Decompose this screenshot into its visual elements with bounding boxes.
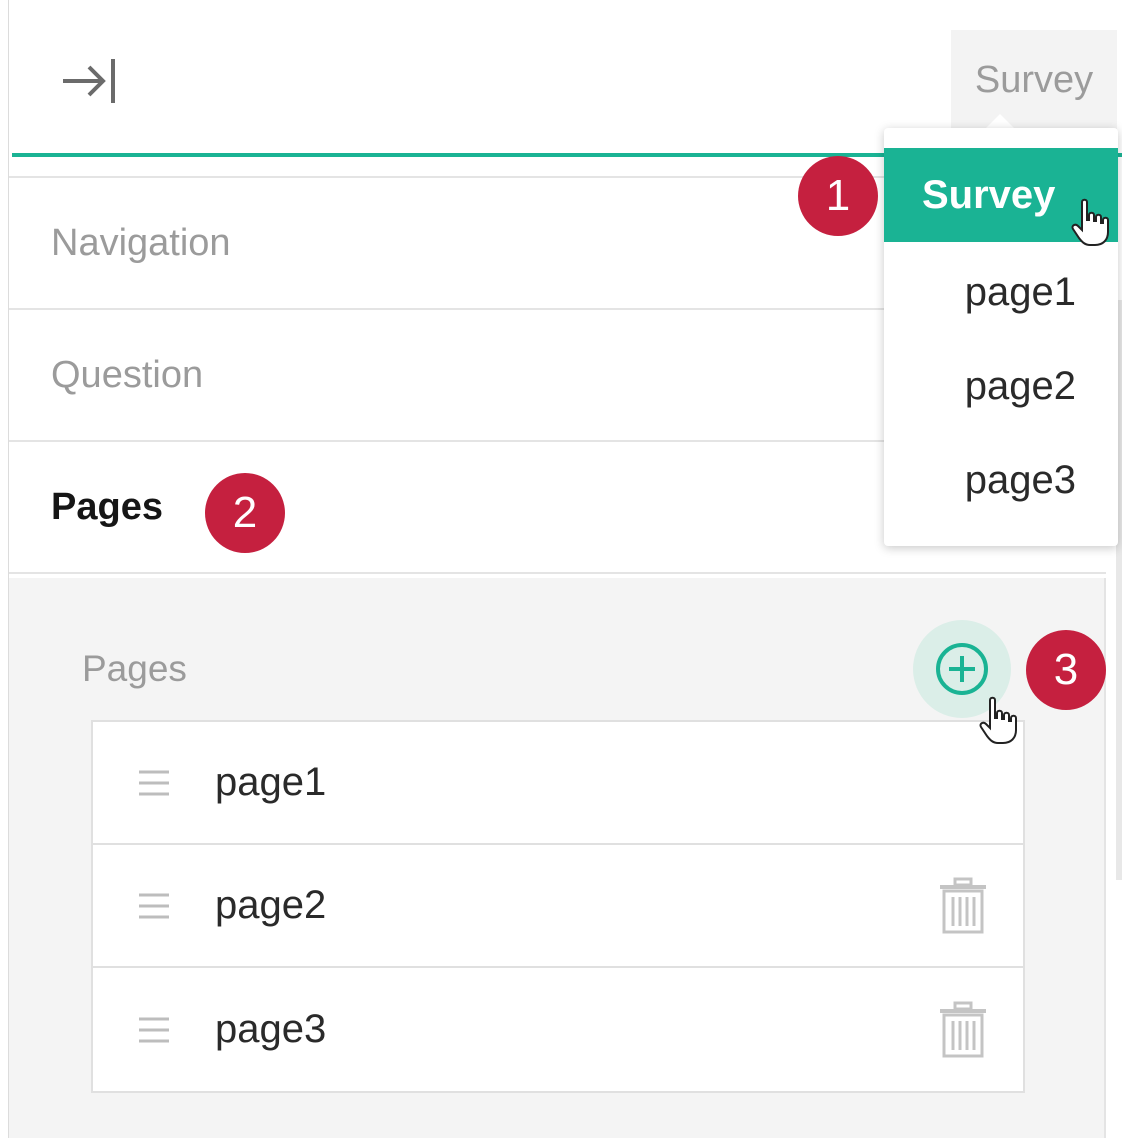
step-badge-number: 2	[232, 488, 258, 537]
dropdown-option-label: Survey	[922, 172, 1056, 217]
object-selector-button[interactable]: Survey	[951, 30, 1117, 130]
property-grid-panel: Survey Navigation Question Pages Pages p…	[0, 0, 1122, 1138]
step-badge-3: 3	[1026, 630, 1106, 710]
page-name[interactable]: page3	[215, 1007, 326, 1052]
dropdown-option-label: page3	[964, 457, 1076, 502]
plus-circle-icon	[936, 643, 988, 695]
step-badge-2: 2	[205, 473, 285, 553]
page-name[interactable]: page2	[215, 883, 326, 928]
list-item: page2	[93, 845, 1023, 968]
tab-label: Pages	[51, 485, 163, 528]
object-selector-dropdown: Survey page1 page2 page3	[884, 128, 1118, 546]
dropdown-option-page1[interactable]: page1	[884, 245, 1118, 339]
collapse-panel-button[interactable]	[59, 55, 119, 107]
object-selector-label: Survey	[974, 58, 1094, 101]
dropdown-option-page3[interactable]: page3	[884, 433, 1118, 527]
trash-icon[interactable]	[938, 877, 988, 935]
step-badge-1: 1	[798, 156, 878, 236]
list-item: page3	[93, 968, 1023, 1091]
trash-icon[interactable]	[938, 1001, 988, 1059]
page-name[interactable]: page1	[215, 760, 326, 805]
pages-list: page1 page2 page3	[91, 720, 1025, 1093]
arrow-to-right-bar-icon	[63, 59, 115, 103]
drag-handle-icon[interactable]	[137, 1015, 171, 1045]
drag-handle-icon[interactable]	[137, 768, 171, 798]
step-badge-number: 1	[825, 171, 851, 220]
step-badge-number: 3	[1053, 645, 1079, 694]
hand-cursor-icon	[1071, 198, 1109, 246]
hand-cursor-icon	[979, 696, 1017, 744]
dropdown-option-page2[interactable]: page2	[884, 339, 1118, 433]
dropdown-option-label: page1	[964, 269, 1076, 314]
tab-label: Question	[51, 353, 204, 396]
pages-panel-title: Pages	[82, 648, 187, 689]
tab-label: Navigation	[51, 221, 231, 264]
list-item: page1	[93, 722, 1023, 845]
drag-handle-icon[interactable]	[137, 891, 171, 921]
dropdown-option-label: page2	[964, 363, 1076, 408]
